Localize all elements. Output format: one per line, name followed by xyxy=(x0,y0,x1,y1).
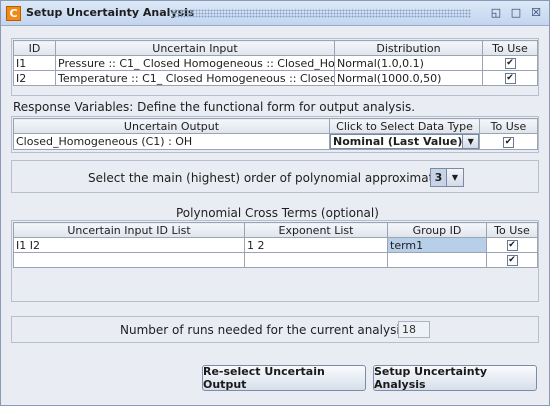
cell-input-id-list[interactable]: I1 I2 xyxy=(13,237,245,253)
header-id[interactable]: ID xyxy=(13,40,56,56)
cell-to-use: ✔ xyxy=(482,55,538,71)
header-distribution[interactable]: Distribution xyxy=(334,40,483,56)
response-panel: Uncertain Output Click to Select Data Ty… xyxy=(11,116,539,153)
cell-input-id-list[interactable] xyxy=(13,252,245,268)
restore-icon[interactable]: ◱ xyxy=(488,5,504,21)
to-use-checkbox[interactable]: ✔ xyxy=(506,240,518,251)
cell-to-use: ✔ xyxy=(482,70,538,86)
cell-uncertain-output[interactable]: Closed_Homogeneous (C1) : OH xyxy=(13,133,330,150)
cell-id[interactable]: I2 xyxy=(13,70,56,86)
chevron-down-icon[interactable]: ▼ xyxy=(462,135,478,148)
to-use-checkbox[interactable]: ✔ xyxy=(503,136,514,148)
cell-group-id[interactable] xyxy=(387,252,487,268)
cell-data-type: Nominal (Last Value) ▼ xyxy=(329,133,480,150)
header-input-id-list[interactable]: Uncertain Input ID List xyxy=(13,222,245,238)
data-type-value: Nominal (Last Value) xyxy=(333,135,463,148)
runs-panel: Number of runs needed for the current an… xyxy=(11,316,539,343)
header-exponent-list[interactable]: Exponent List xyxy=(244,222,388,238)
cell-id[interactable]: I1 xyxy=(13,55,56,71)
cross-terms-header-row: Uncertain Input ID List Exponent List Gr… xyxy=(13,222,538,238)
data-type-select[interactable]: Nominal (Last Value) ▼ xyxy=(330,134,479,149)
to-use-checkbox[interactable]: ✔ xyxy=(506,255,518,266)
close-icon[interactable]: ☒ xyxy=(528,5,544,21)
order-label: Select the main (highest) order of polyn… xyxy=(88,171,456,185)
cell-to-use: ✔ xyxy=(486,237,538,253)
cell-uncertain-input[interactable]: Pressure :: C1_ Closed Homogeneous :: Cl… xyxy=(55,55,335,71)
window-title: Setup Uncertainty Analysis xyxy=(26,6,195,19)
header-to-use[interactable]: To Use xyxy=(479,118,538,134)
header-to-use[interactable]: To Use xyxy=(482,40,538,56)
cell-to-use: ✔ xyxy=(479,133,538,150)
cell-distribution[interactable]: Normal(1.0,0.1) xyxy=(334,55,483,71)
cross-terms-title: Polynomial Cross Terms (optional) xyxy=(176,206,379,220)
cell-group-id[interactable]: term1 xyxy=(387,237,487,253)
inputs-header-row: ID Uncertain Input Distribution To Use xyxy=(13,40,538,56)
table-row[interactable]: ✔ xyxy=(13,252,538,268)
order-value: 3 xyxy=(431,169,446,186)
header-uncertain-output[interactable]: Uncertain Output xyxy=(13,118,330,134)
cross-terms-table: Uncertain Input ID List Exponent List Gr… xyxy=(13,222,538,268)
app-icon: C xyxy=(6,6,21,21)
setup-uncertainty-window: C Setup Uncertainty Analysis ◱ □ ☒ ID Un… xyxy=(0,0,550,406)
order-select[interactable]: 3 ▼ xyxy=(430,168,464,187)
header-group-id[interactable]: Group ID xyxy=(387,222,487,238)
to-use-checkbox[interactable]: ✔ xyxy=(504,73,516,84)
header-to-use[interactable]: To Use xyxy=(486,222,538,238)
title-grip xyxy=(171,9,471,18)
table-row[interactable]: I2 Temperature :: C1_ Closed Homogeneous… xyxy=(13,70,538,86)
response-table: Uncertain Output Click to Select Data Ty… xyxy=(13,118,538,150)
cell-exponent-list[interactable]: 1 2 xyxy=(244,237,388,253)
runs-count-field: 18 xyxy=(398,321,430,338)
header-data-type[interactable]: Click to Select Data Type xyxy=(329,118,480,134)
table-row[interactable]: Closed_Homogeneous (C1) : OH Nominal (La… xyxy=(13,133,538,150)
reselect-output-button[interactable]: Re-select Uncertain Output xyxy=(202,365,366,391)
order-panel: Select the main (highest) order of polyn… xyxy=(11,160,539,193)
cell-uncertain-input[interactable]: Temperature :: C1_ Closed Homogeneous ::… xyxy=(55,70,335,86)
inputs-panel: ID Uncertain Input Distribution To Use I… xyxy=(11,38,539,96)
chevron-down-icon[interactable]: ▼ xyxy=(446,169,463,186)
runs-label: Number of runs needed for the current an… xyxy=(120,323,410,337)
response-header-row: Uncertain Output Click to Select Data Ty… xyxy=(13,118,538,134)
cross-terms-panel: Uncertain Input ID List Exponent List Gr… xyxy=(11,220,539,302)
cell-to-use: ✔ xyxy=(486,252,538,268)
response-label: Response Variables: Define the functiona… xyxy=(13,100,416,114)
title-bar[interactable]: C Setup Uncertainty Analysis ◱ □ ☒ xyxy=(1,1,549,26)
cell-distribution[interactable]: Normal(1000.0,50) xyxy=(334,70,483,86)
table-row[interactable]: I1 Pressure :: C1_ Closed Homogeneous ::… xyxy=(13,55,538,71)
to-use-checkbox[interactable]: ✔ xyxy=(504,58,516,69)
setup-analysis-button[interactable]: Setup Uncertainty Analysis xyxy=(373,365,537,391)
cell-exponent-list[interactable] xyxy=(244,252,388,268)
maximize-icon[interactable]: □ xyxy=(508,5,524,21)
table-row[interactable]: I1 I2 1 2 term1 ✔ xyxy=(13,237,538,253)
inputs-table: ID Uncertain Input Distribution To Use I… xyxy=(13,40,538,86)
header-uncertain-input[interactable]: Uncertain Input xyxy=(55,40,335,56)
